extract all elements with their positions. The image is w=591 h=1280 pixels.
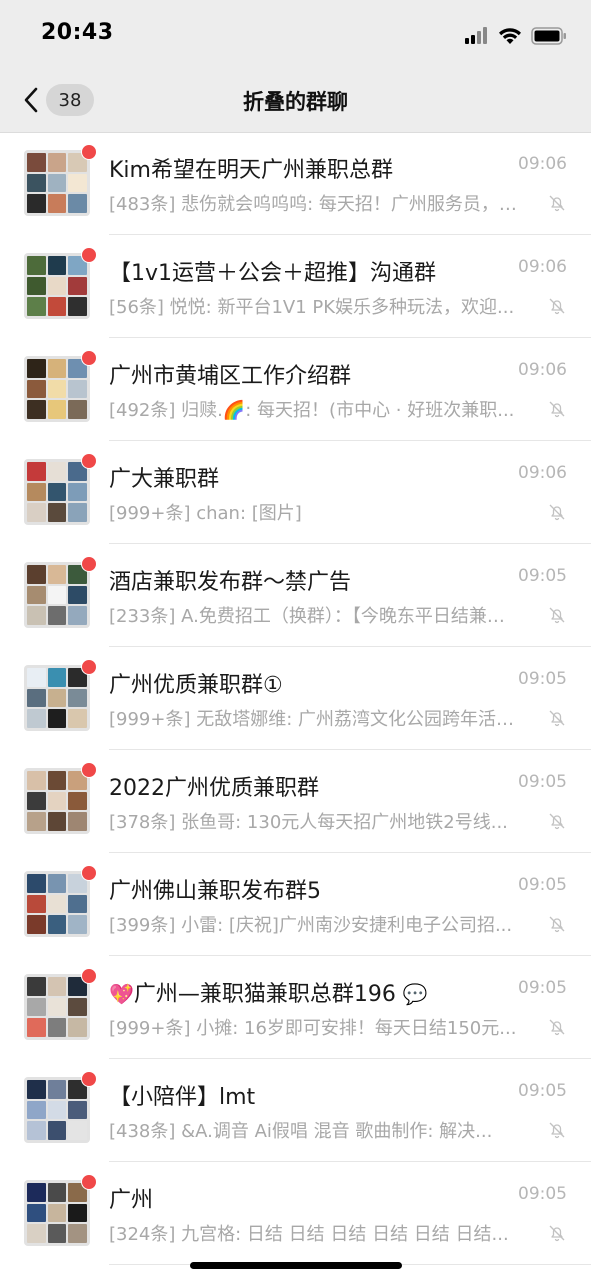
group-avatar <box>24 150 90 216</box>
bell-slash-icon <box>549 813 565 830</box>
chat-row[interactable]: 2022广州优质兼职群 [378条] 张鱼哥: 130元人每天招广州地铁2号线.… <box>0 750 591 853</box>
chat-name: 【小陪伴】lmt <box>109 1085 256 1110</box>
chat-preview: [233条] A.免费招工（换群）：【今晚东平日结兼职... <box>109 606 521 627</box>
status-time: 20:43 <box>41 20 114 45</box>
unread-dot <box>81 762 97 778</box>
chat-preview: [492条] 归赎.🌈: 每天招！(市中心 · 好班次兼职... <box>109 400 515 421</box>
bell-slash-icon <box>549 1019 565 1036</box>
unread-dot <box>81 865 97 881</box>
page-title: 折叠的群聊 <box>243 90 348 114</box>
unread-dot <box>81 247 97 263</box>
nav-bar: 38 折叠的群聊 <box>0 70 591 133</box>
chat-time: 09:05 <box>518 1081 567 1101</box>
unread-dot <box>81 556 97 572</box>
group-avatar <box>24 974 90 1040</box>
chat-row[interactable]: Kim希望在明天广州兼职总群 [483条] 悲伤就会呜呜呜: 每天招！广州服务员… <box>0 132 591 235</box>
chat-preview: [999+条] 无敌塔娜维: 广州荔湾文化公园跨年活动... <box>109 709 521 730</box>
group-avatar <box>24 459 90 525</box>
chat-time: 09:06 <box>518 257 567 277</box>
group-avatar <box>24 768 90 834</box>
chat-time: 09:06 <box>518 360 567 380</box>
status-icons <box>465 24 567 48</box>
chat-name: 广州市黄埔区工作介绍群 <box>109 364 352 389</box>
unread-dot <box>81 1071 97 1087</box>
speech-bubble-icon: 💬 <box>402 982 428 1006</box>
bell-slash-icon <box>549 195 565 212</box>
battery-icon <box>531 27 566 45</box>
chat-row[interactable]: 广州优质兼职群① [999+条] 无敌塔娜维: 广州荔湾文化公园跨年活动... … <box>0 647 591 750</box>
chat-preview: [483条] 悲伤就会呜呜呜: 每天招！广州服务员，兼职... <box>109 194 521 215</box>
chat-name: 广州佛山兼职发布群5 <box>109 879 321 904</box>
wifi-icon <box>499 28 521 44</box>
group-avatar <box>24 1077 90 1143</box>
bell-slash-icon <box>549 607 565 624</box>
chat-name: 广大兼职群 <box>109 467 220 492</box>
unread-dot <box>81 968 97 984</box>
unread-dot <box>81 144 97 160</box>
group-avatar <box>24 356 90 422</box>
bell-slash-icon <box>549 504 565 521</box>
chat-name-text: 广州—兼职猫兼职总群196 <box>133 982 396 1007</box>
chat-row[interactable]: 广大兼职群 [999+条] chan: [图片] 09:06 <box>0 441 591 544</box>
chat-time: 09:05 <box>518 875 567 895</box>
chat-time: 09:05 <box>518 669 567 689</box>
chat-preview: [399条] 小雷: [庆祝]广州南沙安捷利电子公司招... <box>109 915 513 936</box>
bell-slash-icon <box>549 710 565 727</box>
group-avatar <box>24 562 90 628</box>
unread-dot <box>81 453 97 469</box>
chat-time: 09:06 <box>518 463 567 483</box>
chat-row[interactable]: 💖广州—兼职猫兼职总群196 💬 [999+条] 小摊: 16岁即可安排！每天日… <box>0 956 591 1059</box>
chat-name: 【1v1运营＋公会＋超推】沟通群 <box>109 261 437 286</box>
status-bar: 20:43 <box>0 0 591 70</box>
chat-row[interactable]: 酒店兼职发布群～禁广告 [233条] A.免费招工（换群）：【今晚东平日结兼职.… <box>0 544 591 647</box>
bell-slash-icon <box>549 298 565 315</box>
chat-name: 广州优质兼职群① <box>109 673 283 698</box>
group-avatar <box>24 871 90 937</box>
chat-preview: [438条] &A.调音 Ai假唱 混音 歌曲制作: 解决... <box>109 1121 493 1142</box>
chat-name: 💖广州—兼职猫兼职总群196 💬 <box>109 976 509 1008</box>
chat-name: 酒店兼职发布群～禁广告 <box>109 570 352 595</box>
unread-dot <box>81 1174 97 1190</box>
chat-row[interactable]: 广州佛山兼职发布群5 [399条] 小雷: [庆祝]广州南沙安捷利电子公司招..… <box>0 853 591 956</box>
chat-preview: [999+条] chan: [图片] <box>109 503 302 524</box>
group-avatar <box>24 665 90 731</box>
chat-row[interactable]: 【小陪伴】lmt [438条] &A.调音 Ai假唱 混音 歌曲制作: 解决..… <box>0 1059 591 1162</box>
chat-row[interactable]: 广州市黄埔区工作介绍群 [492条] 归赎.🌈: 每天招！(市中心 · 好班次兼… <box>0 338 591 441</box>
bell-slash-icon <box>549 1122 565 1139</box>
home-indicator[interactable] <box>190 1262 402 1269</box>
chat-name: Kim希望在明天广州兼职总群 <box>109 158 393 183</box>
cellular-signal-icon <box>465 27 487 44</box>
chat-time: 09:05 <box>518 1184 567 1204</box>
chat-row[interactable]: 广州 [324条] 九宫格: 日结 日结 日结 日结 日结 日结... 09:0… <box>0 1162 591 1265</box>
chat-time: 09:06 <box>518 154 567 174</box>
chat-preview: [999+条] 小摊: 16岁即可安排！每天日结150元... <box>109 1018 517 1039</box>
chat-preview: [324条] 九宫格: 日结 日结 日结 日结 日结 日结... <box>109 1224 509 1245</box>
bell-slash-icon <box>549 916 565 933</box>
chat-preview: [56条] 悦悦: 新平台1V1 PK娱乐多种玩法，欢迎... <box>109 297 515 318</box>
chat-time: 09:05 <box>518 566 567 586</box>
chat-time: 09:05 <box>518 978 567 998</box>
chat-list: Kim希望在明天广州兼职总群 [483条] 悲伤就会呜呜呜: 每天招！广州服务员… <box>0 132 591 1265</box>
sparkling-heart-emoji: 💖 <box>109 982 134 1006</box>
chat-name: 广州 <box>109 1188 154 1213</box>
group-avatar <box>24 253 90 319</box>
chat-preview: [378条] 张鱼哥: 130元人每天招广州地铁2号线... <box>109 812 508 833</box>
unread-dot <box>81 659 97 675</box>
group-avatar <box>24 1180 90 1246</box>
chat-name: 2022广州优质兼职群 <box>109 776 319 801</box>
bell-slash-icon <box>549 401 565 418</box>
chat-row[interactable]: 【1v1运营＋公会＋超推】沟通群 [56条] 悦悦: 新平台1V1 PK娱乐多种… <box>0 235 591 338</box>
chat-time: 09:05 <box>518 772 567 792</box>
unread-dot <box>81 350 97 366</box>
bell-slash-icon <box>549 1225 565 1242</box>
